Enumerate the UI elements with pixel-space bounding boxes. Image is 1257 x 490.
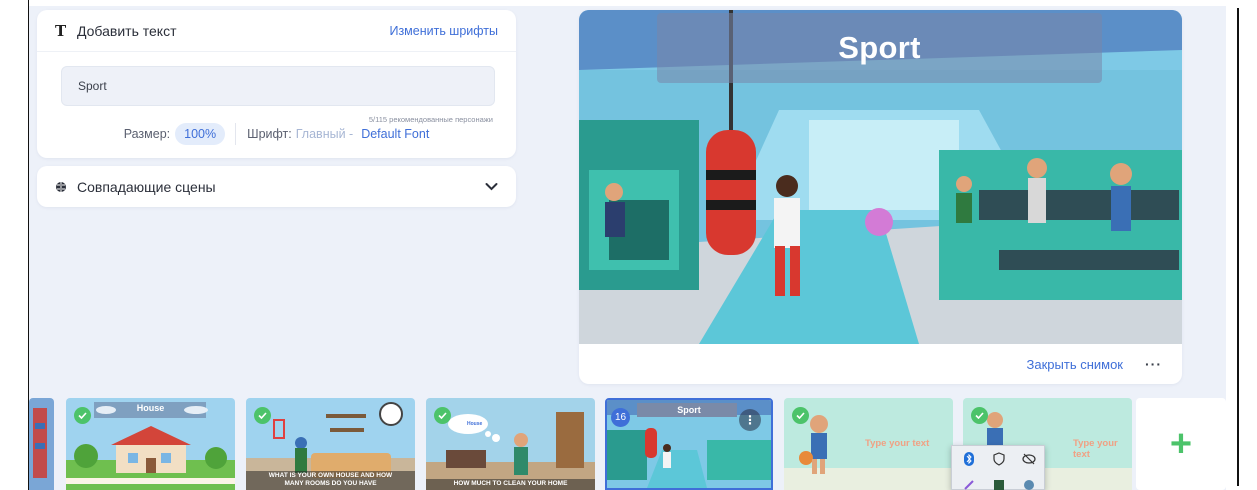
check-icon (254, 407, 271, 424)
scene-thumb-house[interactable]: House (66, 398, 235, 490)
chevron-down-icon (485, 182, 498, 191)
pen-icon[interactable] (962, 478, 976, 490)
text-properties: Размер: 100% Шрифт: Главный - Default Fo… (37, 123, 516, 145)
thumb-caption: HOW MUCH TO CLEAN YOUR HOME (426, 479, 595, 490)
text-placeholder: Type your text (865, 438, 930, 449)
add-text-header: T Добавить текст Изменить шрифты (37, 10, 516, 52)
font-label: Шрифт: (247, 127, 292, 141)
scene-thumb-text1[interactable]: Type your text (784, 398, 953, 490)
scene-thumb-clean[interactable]: House HOW MUCH TO CLEAN YOUR HOME (426, 398, 595, 490)
screen-left-edge (0, 0, 29, 490)
change-fonts-link[interactable]: Изменить шрифты (389, 24, 498, 38)
text-placeholder: Type your text (1073, 438, 1118, 460)
add-text-title: Добавить текст (77, 22, 177, 39)
network-icon[interactable] (1022, 478, 1036, 490)
eye-off-icon[interactable] (1022, 452, 1036, 466)
thumb-title: House (136, 403, 165, 413)
size-label: Размер: (123, 127, 171, 141)
divider (235, 123, 237, 145)
more-options-button[interactable]: ··· (1145, 356, 1162, 372)
font-main-label: Главный - (295, 127, 354, 141)
scene-number-badge: 16 (611, 408, 630, 427)
check-icon (971, 407, 988, 424)
scene-thumb-room[interactable]: WHAT IS YOUR OWN HOUSE AND HOW MANY ROOM… (246, 398, 415, 490)
preview-title-overlay: Sport (657, 13, 1102, 83)
speech-bubble-text: House (467, 421, 483, 427)
system-tray-popup (951, 445, 1045, 490)
font-selector[interactable]: Default Font (361, 127, 429, 141)
thumb-title: Sport (677, 405, 701, 415)
preview-canvas[interactable]: Sport (579, 10, 1182, 344)
brain-icon (55, 181, 77, 193)
scene-menu-button[interactable]: ⋮ (739, 409, 761, 431)
plus-icon: + (1169, 423, 1193, 465)
matching-scenes-title: Совпадающие сцены (77, 178, 216, 195)
thumb-caption: WHAT IS YOUR OWN HOUSE AND HOW MANY ROOM… (246, 471, 415, 490)
add-scene-button[interactable]: + (1136, 398, 1226, 490)
screen-right-edge (1226, 0, 1257, 490)
scene-thumb-partial[interactable] (29, 398, 54, 490)
bluetooth-icon[interactable] (962, 452, 976, 466)
app-icon[interactable] (992, 478, 1006, 490)
close-snapshot-button[interactable]: Закрыть снимок (1027, 357, 1123, 372)
editor-app: T Добавить текст Изменить шрифты 5/115 р… (29, 6, 1226, 490)
add-text-card: T Добавить текст Изменить шрифты 5/115 р… (37, 10, 516, 158)
text-icon: T (55, 21, 67, 40)
matching-scenes-toggle[interactable]: Совпадающие сцены (37, 166, 516, 207)
scene-text-input[interactable] (61, 66, 495, 106)
scene-preview: Sport Закрыть снимок ··· (579, 10, 1182, 384)
scene-thumb-sport-active[interactable]: 16 Sport ⋮ (605, 398, 773, 490)
check-icon (434, 407, 451, 424)
scene-timeline: House WHAT IS YOUR OWN HOUSE AND HOW MAN… (29, 394, 1226, 490)
shield-icon[interactable] (992, 452, 1006, 466)
preview-footer: Закрыть снимок ··· (579, 344, 1182, 384)
check-icon (74, 407, 91, 424)
size-selector[interactable]: 100% (175, 123, 226, 145)
check-icon (792, 407, 809, 424)
